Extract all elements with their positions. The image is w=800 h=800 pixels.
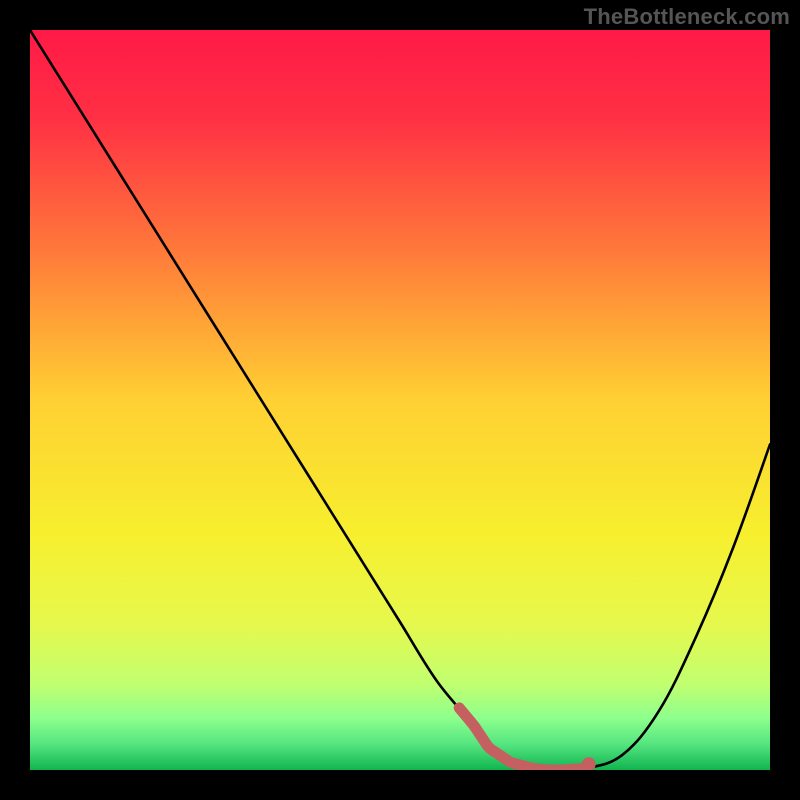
chart-svg — [30, 30, 770, 770]
chart-frame: TheBottleneck.com — [0, 0, 800, 800]
plot-area — [30, 30, 770, 770]
gradient-background — [30, 30, 770, 770]
watermark-text: TheBottleneck.com — [584, 4, 790, 30]
